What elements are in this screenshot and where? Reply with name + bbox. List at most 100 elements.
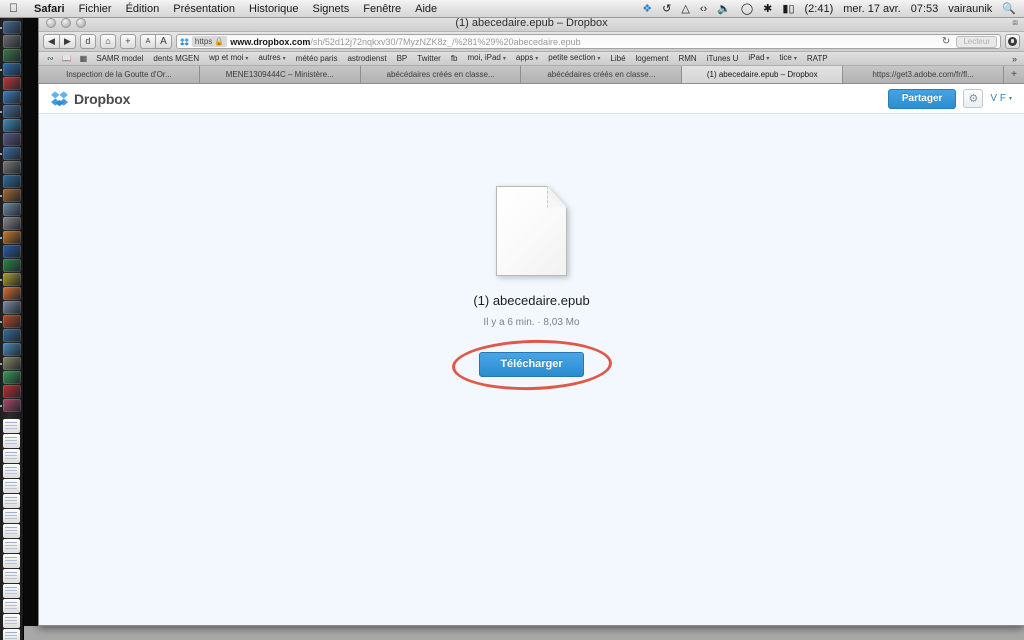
top-sites-icon[interactable]: ▦	[76, 54, 92, 63]
bookmark-item[interactable]: astrodienst	[342, 52, 391, 65]
bluetooth-icon[interactable]: ✱	[758, 0, 777, 18]
dock-app-icon[interactable]	[2, 329, 21, 342]
dock-app-icon[interactable]	[2, 161, 21, 174]
link-icon[interactable]: ∾	[43, 54, 58, 63]
bookmark-item[interactable]: SAMR model	[91, 52, 148, 65]
dock-app-icon[interactable]	[2, 49, 21, 62]
dropbox-logo[interactable]: Dropbox	[51, 90, 130, 107]
book-icon[interactable]: 📖	[58, 54, 76, 63]
dock[interactable]	[0, 18, 24, 640]
dock-app-icon[interactable]	[2, 259, 21, 272]
bookmark-item[interactable]: tice ▾	[774, 52, 801, 65]
dock-document-icon[interactable]	[3, 419, 20, 433]
dock-document-icon[interactable]	[3, 584, 20, 598]
dock-app-icon[interactable]	[0, 105, 21, 118]
dock-app-icon[interactable]	[2, 77, 21, 90]
dropbox-status-icon[interactable]: ❖	[637, 0, 657, 18]
menu-aide[interactable]: Aide	[408, 0, 444, 18]
timemachine-icon[interactable]: ↺	[657, 0, 676, 18]
bookmarks-overflow-button[interactable]: »	[1009, 54, 1020, 64]
back-button[interactable]: ◀	[43, 34, 60, 49]
bookmark-item[interactable]: RATP	[802, 52, 833, 65]
menu-historique[interactable]: Historique	[242, 0, 306, 18]
browser-tab[interactable]: abécédaires créés en classe...	[360, 66, 522, 83]
minimize-button[interactable]	[61, 17, 71, 28]
sidebar-toggle-button[interactable]: d	[79, 34, 96, 49]
bookmark-item[interactable]: logement	[631, 52, 674, 65]
dock-app-icon[interactable]	[2, 217, 21, 230]
text-larger-button[interactable]: A	[155, 34, 172, 49]
browser-tab[interactable]: https://get3.adobe.com/fr/fl...	[843, 66, 1004, 83]
dock-document-icon[interactable]	[3, 539, 20, 553]
bookmark-item[interactable]: iTunes U	[702, 52, 744, 65]
dock-app-icon[interactable]	[2, 287, 21, 300]
dock-app-icon[interactable]	[0, 315, 21, 328]
bookmark-item[interactable]: fb	[446, 52, 463, 65]
menu-edition[interactable]: Édition	[119, 0, 167, 18]
reload-icon[interactable]: ↻	[939, 36, 953, 47]
dock-document-icon[interactable]	[3, 629, 20, 640]
bookmark-item[interactable]: BP	[392, 52, 413, 65]
volume-icon[interactable]: 🔈	[712, 0, 736, 18]
dock-app-icon[interactable]	[0, 273, 21, 286]
address-bar[interactable]: https 🔒 www.dropbox.com/sh/52d12j72nqkxv…	[175, 34, 1001, 49]
dock-app-icon[interactable]	[2, 35, 21, 48]
dock-app-icon[interactable]	[2, 203, 21, 216]
apple-menu-icon[interactable]: 	[0, 2, 27, 14]
dock-document-icon[interactable]	[3, 509, 20, 523]
battery-icon[interactable]: ▮▯	[777, 0, 799, 18]
dock-app-icon[interactable]	[0, 63, 21, 76]
browser-tab[interactable]: Inspection de la Goutte d'Or...	[39, 66, 200, 83]
bookmark-item[interactable]: météo paris	[291, 52, 343, 65]
dock-document-icon[interactable]	[3, 554, 20, 568]
dock-app-icon[interactable]	[2, 245, 21, 258]
dock-app-icon[interactable]	[0, 21, 21, 34]
bookmark-item[interactable]: apps ▾	[511, 52, 543, 65]
dock-app-icon[interactable]	[0, 189, 21, 202]
menu-presentation[interactable]: Présentation	[166, 0, 242, 18]
spotlight-search-icon[interactable]: 🔍	[997, 0, 1024, 18]
new-tab-button[interactable]: +	[1004, 66, 1024, 83]
download-button[interactable]: Télécharger	[479, 352, 584, 378]
bookmark-item[interactable]: Twitter	[412, 52, 446, 65]
dock-app-icon[interactable]	[2, 301, 21, 314]
dock-document-icon[interactable]	[3, 449, 20, 463]
reader-button[interactable]: Lecteur	[956, 35, 997, 48]
home-button[interactable]: ⌂	[99, 34, 116, 49]
dock-document-icon[interactable]	[3, 614, 20, 628]
bookmark-item[interactable]: autres ▾	[253, 52, 290, 65]
bookmark-item[interactable]: wp et moi ▾	[204, 52, 253, 65]
menu-safari[interactable]: Safari	[27, 0, 72, 18]
dock-app-icon[interactable]	[2, 385, 21, 398]
menu-signets[interactable]: Signets	[306, 0, 357, 18]
gear-icon[interactable]: ⚙	[963, 89, 984, 108]
dock-document-icon[interactable]	[3, 569, 20, 583]
dock-document-icon[interactable]	[3, 599, 20, 613]
dock-app-icon[interactable]	[2, 343, 21, 356]
close-button[interactable]	[46, 17, 56, 28]
bookmark-item[interactable]: RMN	[673, 52, 701, 65]
vpn-icon[interactable]: ‹›	[695, 0, 712, 18]
dock-app-icon[interactable]	[0, 399, 21, 412]
browser-tab[interactable]: MENE1309444C – Ministère...	[199, 66, 361, 83]
text-smaller-button[interactable]: A	[139, 34, 156, 49]
account-menu[interactable]: V F ▾	[990, 93, 1012, 104]
menu-fenetre[interactable]: Fenêtre	[356, 0, 408, 18]
menu-fichier[interactable]: Fichier	[72, 0, 119, 18]
dock-app-icon[interactable]	[0, 357, 21, 370]
dock-document-icon[interactable]	[3, 464, 20, 478]
dock-app-icon[interactable]	[2, 91, 21, 104]
dock-document-icon[interactable]	[3, 524, 20, 538]
browser-tab[interactable]: abécédaires créés en classe...	[521, 66, 683, 83]
dock-app-icon[interactable]	[2, 175, 21, 188]
dock-app-icon[interactable]	[2, 133, 21, 146]
zoom-button[interactable]	[76, 17, 86, 28]
forward-button[interactable]: ▶	[59, 34, 76, 49]
bookmark-item[interactable]: moi, iPad ▾	[463, 52, 511, 65]
bookmark-item[interactable]: iPad ▾	[743, 52, 774, 65]
dock-document-icon[interactable]	[3, 434, 20, 448]
dock-app-icon[interactable]	[2, 371, 21, 384]
menu-bar-username[interactable]: vairaunik	[943, 0, 997, 18]
downloads-icon[interactable]	[1005, 34, 1020, 49]
bookmark-item[interactable]: Libé	[605, 52, 630, 65]
